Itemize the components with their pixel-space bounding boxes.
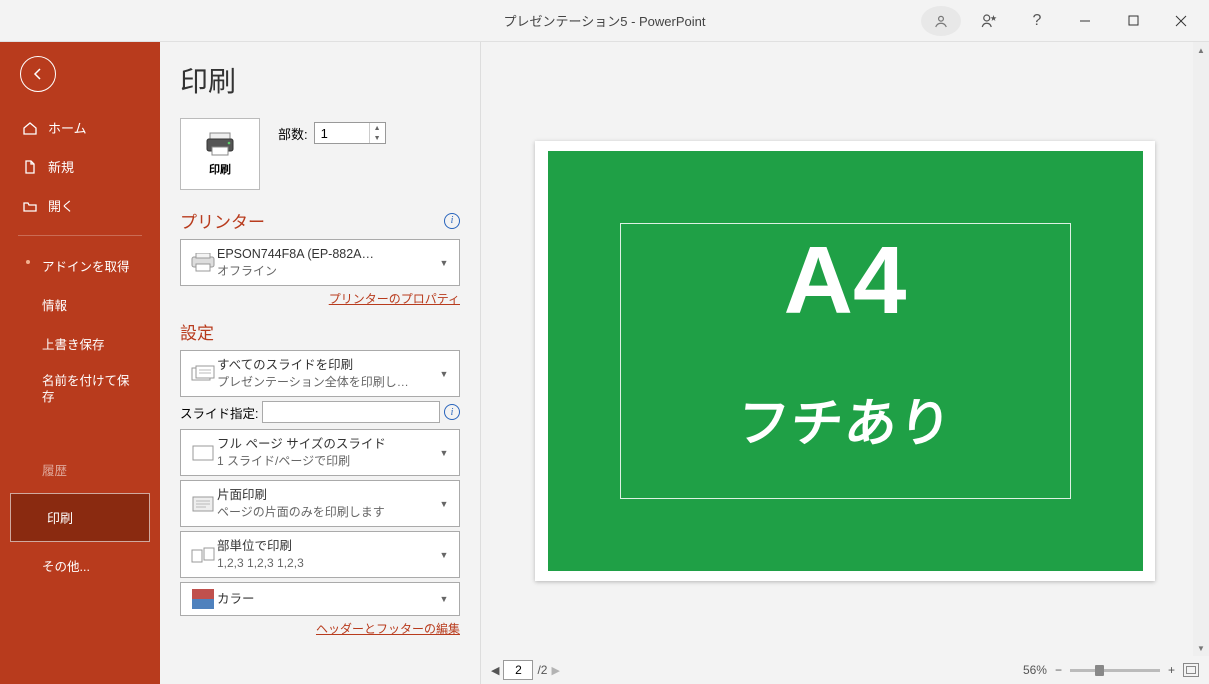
fit-to-window-button[interactable] [1183, 663, 1199, 677]
sidebar-item-other[interactable]: その他... [0, 546, 160, 585]
page-total: /2 [537, 663, 547, 677]
collate-icon [189, 547, 217, 563]
copies-spinner[interactable]: 1 ▲▼ [314, 122, 386, 144]
chevron-down-icon: ▼ [437, 550, 451, 560]
collate-dropdown[interactable]: 部単位で印刷 1,2,3 1,2,3 1,2,3 ▼ [180, 531, 460, 578]
sidebar-label-print: 印刷 [47, 508, 73, 527]
sides-dropdown[interactable]: 片面印刷 ページの片面のみを印刷します ▼ [180, 480, 460, 527]
account-avatar[interactable] [921, 6, 961, 36]
print-button[interactable]: 印刷 [180, 118, 260, 190]
single-side-icon [189, 496, 217, 512]
preview-slide: A4 フチあり [548, 151, 1143, 571]
print-settings-panel: 印刷 印刷 部数: 1 ▲▼ [160, 42, 480, 684]
chevron-down-icon: ▼ [437, 499, 451, 509]
info-icon[interactable]: i [444, 213, 460, 229]
printer-device-icon [189, 253, 217, 273]
sides-title: 片面印刷 [217, 487, 437, 504]
sidebar-label-save: 上書き保存 [42, 334, 105, 353]
sidebar-item-new[interactable]: 新規 [0, 147, 160, 186]
printer-name: EPSON744F8A (EP-882A… [217, 246, 437, 263]
section-printer-heading: プリンター [180, 208, 265, 233]
title-bar: プレゼンテーション5 - PowerPoint ? [0, 0, 1209, 42]
sidebar-label-other: その他... [42, 556, 90, 575]
next-page-button[interactable]: ▶ [551, 664, 559, 677]
coming-soon-icon[interactable] [969, 6, 1009, 36]
print-which-title: すべてのスライドを印刷 [217, 357, 437, 374]
spinner-up[interactable]: ▲ [370, 123, 385, 133]
sidebar-label-history: 履歴 [42, 460, 67, 479]
preview-page: A4 フチあり [535, 141, 1155, 581]
info-icon[interactable]: i [444, 404, 460, 420]
scroll-down-icon[interactable]: ▼ [1193, 640, 1209, 656]
printer-dropdown[interactable]: EPSON744F8A (EP-882A… オフライン ▼ [180, 239, 460, 286]
zoom-out-button[interactable]: − [1055, 663, 1062, 677]
sidebar-item-addins[interactable]: アドインを取得 [0, 246, 160, 285]
slide-text-big: A4 [548, 233, 1143, 329]
sidebar-item-open[interactable]: 開く [0, 186, 160, 225]
spinner-down[interactable]: ▼ [370, 133, 385, 143]
sidebar-item-save[interactable]: 上書き保存 [0, 324, 160, 363]
chevron-down-icon: ▼ [437, 448, 451, 458]
preview-scrollbar[interactable]: ▲ ▼ [1193, 42, 1209, 656]
sidebar-label-saveas: 名前を付けて保存 [42, 373, 138, 406]
scroll-up-icon[interactable]: ▲ [1193, 42, 1209, 58]
layout-icon [189, 445, 217, 461]
sidebar-item-home[interactable]: ホーム [0, 108, 160, 147]
printer-icon [205, 131, 235, 157]
sidebar-item-info[interactable]: 情報 [0, 285, 160, 324]
sidebar-item-history: 履歴 [0, 450, 160, 489]
color-dropdown[interactable]: カラー ▼ [180, 582, 460, 616]
slide-text-small: フチあり [544, 381, 1147, 456]
new-icon [22, 159, 38, 175]
section-settings-heading: 設定 [180, 319, 214, 344]
chevron-down-icon: ▼ [437, 594, 451, 604]
chevron-down-icon: ▼ [437, 369, 451, 379]
page-heading: 印刷 [180, 60, 460, 100]
print-button-label: 印刷 [209, 161, 231, 177]
printer-status: オフライン [217, 263, 437, 279]
copies-label: 部数: [278, 124, 308, 143]
layout-dropdown[interactable]: フル ページ サイズのスライド 1 スライド/ページで印刷 ▼ [180, 429, 460, 476]
sides-sub: ページの片面のみを印刷します [217, 504, 437, 520]
header-footer-link[interactable]: ヘッダーとフッターの編集 [180, 620, 460, 637]
sidebar-label-open: 開く [48, 196, 74, 215]
collate-title: 部単位で印刷 [217, 538, 437, 555]
sidebar-item-saveas[interactable]: 名前を付けて保存 [0, 363, 160, 416]
home-icon [22, 120, 38, 136]
sidebar-label-addins: アドインを取得 [42, 256, 130, 275]
zoom-value: 56% [1023, 663, 1047, 677]
printer-properties-link[interactable]: プリンターのプロパティ [180, 290, 460, 307]
collate-sub: 1,2,3 1,2,3 1,2,3 [217, 555, 437, 571]
sidebar-label-new: 新規 [48, 157, 74, 176]
minimize-button[interactable] [1065, 6, 1105, 36]
open-icon [22, 198, 38, 214]
backstage-sidebar: ホーム 新規 開く アドインを取得 情報 上書き保存 名前を付けて保存 履歴 印… [0, 42, 160, 684]
slide-spec-label: スライド指定: [180, 403, 258, 422]
copies-value: 1 [321, 126, 328, 141]
print-which-sub: プレゼンテーション全体を印刷し… [217, 374, 437, 390]
sidebar-label-home: ホーム [48, 118, 87, 137]
slide-spec-input[interactable] [262, 401, 440, 423]
window-title: プレゼンテーション5 - PowerPoint [503, 11, 705, 30]
chevron-down-icon: ▼ [437, 258, 451, 268]
slides-all-icon [189, 365, 217, 383]
print-which-dropdown[interactable]: すべてのスライドを印刷 プレゼンテーション全体を印刷し… ▼ [180, 350, 460, 397]
color-title: カラー [217, 591, 437, 608]
close-button[interactable] [1161, 6, 1201, 36]
zoom-slider[interactable] [1070, 669, 1160, 672]
page-input[interactable] [503, 660, 533, 680]
sidebar-item-print[interactable]: 印刷 [10, 493, 150, 542]
back-button[interactable] [20, 56, 56, 92]
layout-title: フル ページ サイズのスライド [217, 436, 437, 453]
color-icon [189, 589, 217, 609]
layout-sub: 1 スライド/ページで印刷 [217, 453, 437, 469]
print-preview: A4 フチあり ▲ ▼ ◀ /2 ▶ 56% − [480, 42, 1209, 684]
prev-page-button[interactable]: ◀ [491, 664, 499, 677]
help-button[interactable]: ? [1017, 6, 1057, 36]
zoom-in-button[interactable]: + [1168, 663, 1175, 677]
sidebar-label-info: 情報 [42, 295, 67, 314]
maximize-button[interactable] [1113, 6, 1153, 36]
